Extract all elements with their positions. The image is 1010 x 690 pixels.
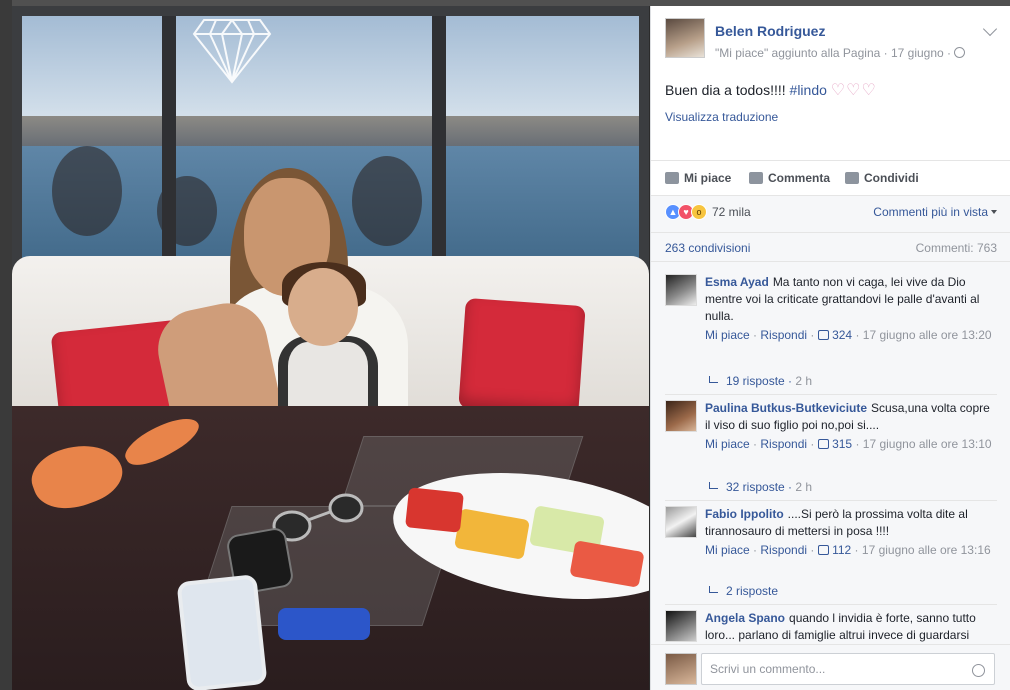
post-meta: "Mi piace" aggiunto alla Pagina · 17 giu…	[715, 46, 966, 60]
comment-time[interactable]: 17 giugno alle ore 13:16	[862, 543, 991, 557]
viewer-backdrop	[0, 0, 12, 690]
hearts-emoji: ♡♡♡	[830, 82, 877, 99]
replies-count: 32 risposte	[726, 480, 785, 494]
smiley-icon[interactable]	[972, 664, 985, 677]
blue-case	[278, 608, 370, 640]
comment-body: Angela Spano quando l invidia è forte, sa…	[705, 610, 997, 644]
comment-like-link[interactable]: Mi piace	[705, 543, 750, 557]
post-header: Belen Rodriguez "Mi piace" aggiunto alla…	[665, 18, 998, 68]
comment-meta: Mi piace · Rispondi · 112 · 17 giugno al…	[705, 543, 991, 557]
comments-count: Commenti: 763	[915, 241, 997, 255]
comment-time[interactable]: 17 giugno alle ore 13:10	[863, 437, 992, 451]
post-stats: 263 condivisioni Commenti: 763	[651, 232, 1010, 262]
hashtag-link[interactable]: #lindo	[790, 82, 827, 98]
share-icon	[845, 172, 859, 184]
shares-link[interactable]: 263 condivisioni	[665, 241, 750, 255]
diamond-icon	[192, 19, 272, 84]
comment-reply-link[interactable]: Rispondi	[760, 543, 807, 557]
like-label: Mi piace	[684, 171, 732, 185]
comment-meta: Mi piace · Rispondi · 315 · 17 giugno al…	[705, 437, 992, 451]
replies-count: 2 risposte	[726, 584, 779, 598]
caret-down-icon	[991, 210, 997, 214]
comment-icon	[749, 172, 763, 184]
comment-sort-dropdown[interactable]: Commenti più in vista	[873, 205, 997, 219]
comment-button[interactable]: Commenta	[749, 171, 830, 185]
comment-like-count[interactable]: 112	[832, 543, 851, 557]
comment-divider	[665, 604, 997, 605]
reply-arrow-icon	[709, 482, 718, 489]
see-translation-link[interactable]: Visualizza traduzione	[665, 110, 778, 124]
strawberries	[405, 487, 464, 533]
comment-reply-link[interactable]: Rispondi	[760, 437, 807, 451]
author-avatar[interactable]	[665, 18, 705, 58]
post-meta-text: "Mi piace" aggiunto alla Pagina · 17 giu…	[715, 46, 952, 60]
post-text-body: Buen dia a todos!!!!	[665, 82, 790, 98]
view-replies-link[interactable]: 2 risposte	[709, 584, 778, 598]
comment-composer	[651, 644, 1010, 690]
reply-arrow-icon	[709, 586, 718, 593]
commenter-avatar[interactable]	[665, 506, 697, 538]
comment-divider	[665, 500, 997, 501]
like-button[interactable]: Mi piace	[665, 171, 731, 185]
comment-reply-link[interactable]: Rispondi	[760, 328, 807, 342]
post-photo[interactable]	[12, 6, 649, 690]
view-replies-link[interactable]: 32 risposte · 2 h	[709, 480, 812, 494]
comments-panel: ▲ ♥ o 72 mila Commenti più in vista 263 …	[651, 196, 1010, 690]
comment-input[interactable]	[701, 653, 995, 685]
comment-divider	[665, 394, 997, 395]
commenter-name[interactable]: Paulina Butkus-Butkeviciute	[705, 401, 867, 415]
commenter-name[interactable]: Fabio Ippolito	[705, 507, 784, 521]
child-face	[288, 268, 358, 346]
commenter-name[interactable]: Esma Ayad	[705, 275, 769, 289]
comment-time[interactable]: 17 giugno alle ore 13:20	[863, 328, 992, 342]
commenter-avatar[interactable]	[665, 400, 697, 432]
share-label: Condividi	[864, 171, 919, 185]
comment-like-link[interactable]: Mi piace	[705, 437, 750, 451]
commenter-name[interactable]: Angela Spano	[705, 611, 785, 625]
commenter-avatar[interactable]	[665, 274, 697, 306]
view-replies-link[interactable]: 19 risposte · 2 h	[709, 374, 812, 388]
chevron-down-icon[interactable]	[982, 21, 998, 37]
comment-sort-label: Commenti più in vista	[873, 205, 988, 219]
replies-count: 19 risposte	[726, 374, 785, 388]
comment-label: Commenta	[768, 171, 831, 185]
reply-arrow-icon	[709, 376, 718, 383]
photo-scene	[12, 6, 649, 690]
thumb-icon	[817, 330, 829, 340]
post-text: Buen dia a todos!!!! #lindo ♡♡♡	[665, 80, 877, 100]
comment-body: Paulina Butkus-Butkeviciute Scusa,una vol…	[705, 400, 997, 453]
globe-icon	[954, 47, 966, 58]
replies-time: 2 h	[795, 374, 813, 388]
comment-like-count[interactable]: 315	[832, 437, 852, 451]
commenter-avatar[interactable]	[665, 610, 697, 642]
comment-body: Esma Ayad Ma tanto non vi caga, lei vive …	[705, 274, 997, 344]
current-user-avatar	[665, 653, 697, 685]
wow-reaction-icon: o	[691, 204, 707, 220]
comment-body: Fabio Ippolito ....Si però la prossima vo…	[705, 506, 997, 559]
thumb-icon	[817, 545, 829, 555]
photo-viewer: Belen Rodriguez "Mi piace" aggiunto alla…	[0, 0, 1010, 690]
comment-like-link[interactable]: Mi piace	[705, 328, 750, 342]
like-icon	[665, 172, 679, 184]
reaction-count: 72 mila	[712, 205, 751, 219]
thumb-icon	[817, 439, 829, 449]
comment-meta: Mi piace · Rispondi · 324 · 17 giugno al…	[705, 328, 992, 342]
comment-like-count[interactable]: 324	[832, 328, 852, 342]
white-phone	[176, 574, 268, 690]
reactions-summary[interactable]: ▲ ♥ o 72 mila	[665, 204, 751, 220]
replies-time: 2 h	[795, 480, 813, 494]
post-actions-bar: Mi piace Commenta Condividi	[651, 160, 1010, 196]
share-button[interactable]: Condividi	[845, 171, 919, 185]
author-name[interactable]: Belen Rodriguez	[715, 23, 825, 39]
post-sidebar: Belen Rodriguez "Mi piace" aggiunto alla…	[650, 6, 1010, 690]
red-cushion	[458, 297, 586, 417]
